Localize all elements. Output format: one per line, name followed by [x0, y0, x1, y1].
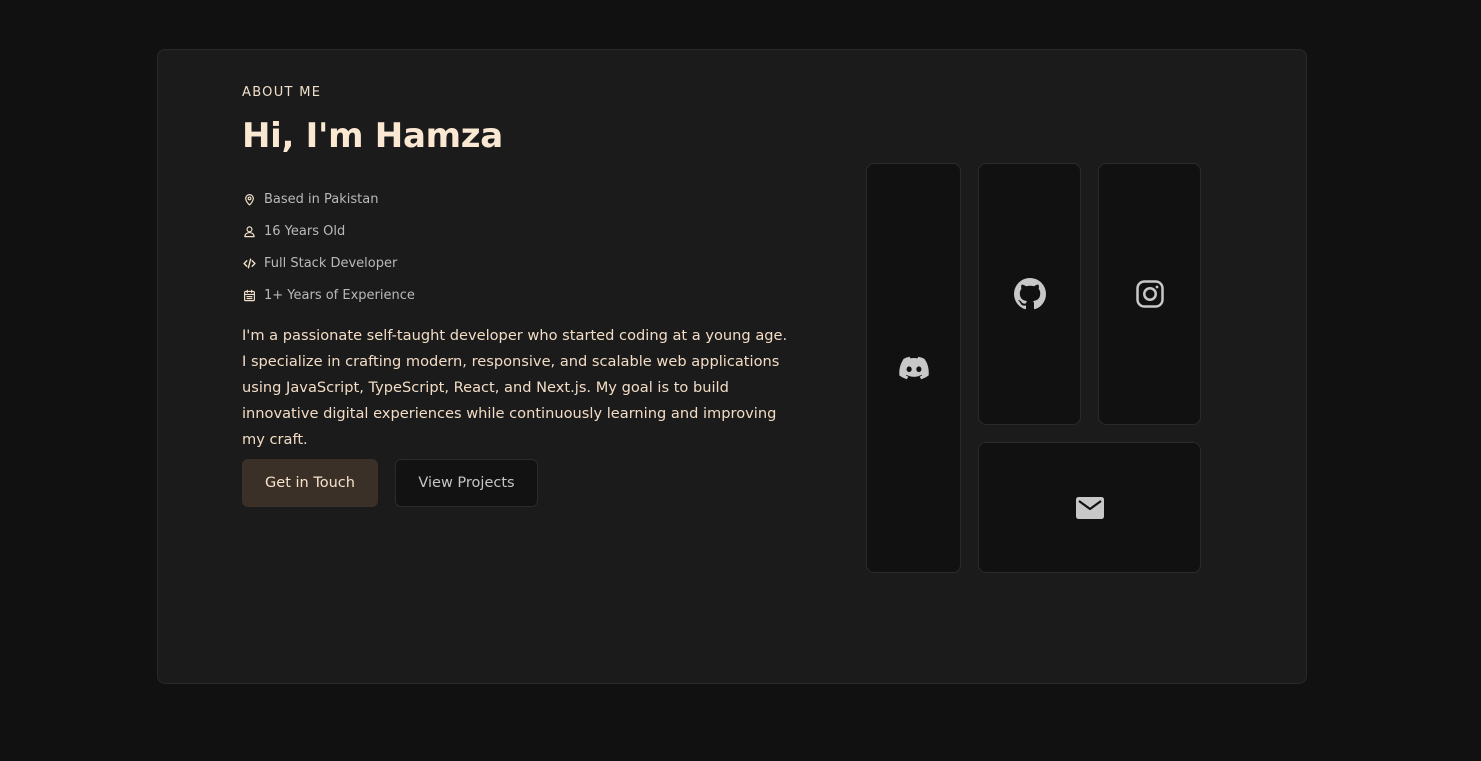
- map-pin-icon: [242, 192, 256, 206]
- fact-age: 16 Years Old: [242, 215, 415, 247]
- fact-location: Based in Pakistan: [242, 183, 415, 215]
- facts-list: Based in Pakistan 16 Years Old Full Stac…: [242, 183, 415, 311]
- discord-link[interactable]: [866, 163, 961, 573]
- fact-experience-text: 1+ Years of Experience: [264, 287, 415, 303]
- discord-icon: [898, 356, 929, 380]
- bio-paragraph: I'm a passionate self-taught developer w…: [242, 327, 788, 448]
- instagram-icon: [1135, 279, 1165, 309]
- calendar-icon: [242, 288, 256, 302]
- fact-experience: 1+ Years of Experience: [242, 279, 415, 311]
- instagram-link[interactable]: [1098, 163, 1201, 425]
- github-link[interactable]: [978, 163, 1081, 425]
- fact-age-text: 16 Years Old: [264, 223, 346, 239]
- fact-role: Full Stack Developer: [242, 247, 415, 279]
- fact-role-text: Full Stack Developer: [264, 255, 398, 271]
- user-icon: [242, 224, 256, 238]
- about-card: ABOUT ME Hi, I'm Hamza Based in Pakistan…: [157, 49, 1307, 684]
- code-icon: [242, 256, 256, 270]
- mail-icon: [1075, 496, 1105, 520]
- get-in-touch-button[interactable]: Get in Touch: [242, 459, 378, 507]
- section-eyebrow: ABOUT ME: [242, 85, 322, 100]
- page-title: Hi, I'm Hamza: [242, 116, 503, 156]
- github-icon: [1013, 278, 1046, 310]
- fact-location-text: Based in Pakistan: [264, 191, 379, 207]
- view-projects-button[interactable]: View Projects: [395, 459, 538, 507]
- email-link[interactable]: [978, 442, 1201, 573]
